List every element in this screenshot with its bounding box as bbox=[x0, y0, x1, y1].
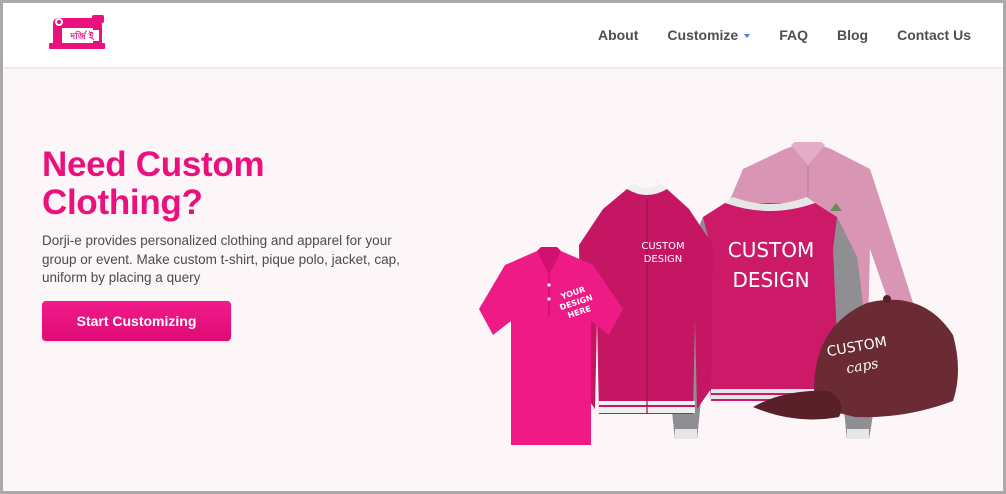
nav-contact-label: Contact Us bbox=[897, 27, 971, 43]
product-showcase-image: CUSTOM DESIGN CUSTOM DESIGN YOUR DESIGN … bbox=[475, 139, 965, 451]
nav-about-label: About bbox=[597, 27, 639, 43]
nav-faq[interactable]: FAQ bbox=[779, 27, 808, 43]
caret-down-icon bbox=[744, 34, 751, 38]
jacket-back-text-line1: CUSTOM bbox=[728, 238, 815, 262]
start-customizing-button[interactable]: Start Customizing bbox=[42, 301, 231, 341]
nav-contact-us[interactable]: Contact Us bbox=[897, 27, 971, 43]
logo-text: দর্জি ই bbox=[69, 30, 94, 42]
nav-faq-label: FAQ bbox=[779, 27, 808, 43]
page: দর্জি ই About Customize FAQ Blog Contact… bbox=[3, 3, 1003, 491]
site-header: দর্জি ই About Customize FAQ Blog Contact… bbox=[3, 3, 1003, 67]
nav-customize-dropdown[interactable]: Customize bbox=[667, 27, 751, 43]
main-nav: About Customize FAQ Blog Contact Us bbox=[569, 3, 971, 67]
nav-blog-label: Blog bbox=[836, 27, 869, 43]
hero-description: Dorji-e provides personalized clothing a… bbox=[42, 233, 400, 285]
sewing-machine-logo-icon: দর্জি ই bbox=[49, 15, 105, 49]
brand-logo[interactable]: দর্জি ই bbox=[47, 12, 109, 52]
nav-about[interactable]: About bbox=[598, 27, 638, 43]
nav-customize-label: Customize bbox=[667, 27, 739, 43]
jacket-front-text-line1: CUSTOM bbox=[641, 241, 684, 252]
jacket-back-text-line2: DESIGN bbox=[732, 268, 809, 292]
custom-apparel-illustration: CUSTOM DESIGN CUSTOM DESIGN YOUR DESIGN … bbox=[479, 142, 958, 445]
jacket-front-text-line2: DESIGN bbox=[644, 254, 683, 265]
nav-blog[interactable]: Blog bbox=[837, 27, 868, 43]
hero-title: Need Custom Clothing? bbox=[42, 145, 265, 222]
